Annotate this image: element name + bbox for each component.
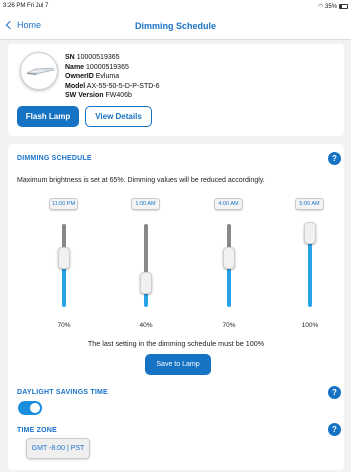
time-button-0[interactable]: 11:00 PM xyxy=(49,198,78,210)
time-button-2[interactable]: 4:00 AM xyxy=(214,198,243,210)
timezone-title: TIME ZONE xyxy=(17,427,57,434)
wifi-icon: ◠ xyxy=(317,4,323,10)
name-value: 10000519365 xyxy=(86,63,129,71)
last-setting-note: The last setting in the dimming schedule… xyxy=(87,339,265,348)
battery-percent: 35% xyxy=(324,3,337,10)
timezone-button[interactable]: GMT -8:00 | PST xyxy=(26,438,90,459)
flash-lamp-button[interactable]: Flash Lamp xyxy=(17,106,79,127)
slider-fill-3 xyxy=(308,233,312,307)
slider-percent-1: 40% xyxy=(139,322,153,329)
sw-row: SW Version FW406b xyxy=(65,92,132,100)
timezone-help-button[interactable]: ? xyxy=(328,423,341,436)
toggle-knob xyxy=(30,403,40,413)
dst-toggle[interactable] xyxy=(18,401,42,415)
battery-icon xyxy=(339,4,348,9)
owner-value: Evluma xyxy=(95,73,120,81)
dst-title: DAYLIGHT SAVINGS TIME xyxy=(17,389,108,396)
dimming-schedule-title: DIMMING SCHEDULE xyxy=(17,155,92,162)
sn-row: SN 10000519365 xyxy=(65,54,120,61)
device-info: SN 10000519365 Name 10000519365 OwnerID … xyxy=(65,53,160,101)
device-card: SN 10000519365 Name 10000519365 OwnerID … xyxy=(8,44,344,136)
time-button-1[interactable]: 1:00 AM xyxy=(131,198,160,210)
time-button-3[interactable]: 5:00 AM xyxy=(295,198,324,210)
status-right: ◠ 35% xyxy=(318,3,348,10)
dimming-help-button[interactable]: ? xyxy=(328,152,341,165)
dimming-schedule-card: DIMMING SCHEDULE ? Maximum brightness is… xyxy=(8,144,344,470)
slider-percent-0: 70% xyxy=(57,322,71,329)
streetlight-icon xyxy=(25,67,55,75)
status-time: 3:26 PM Fri Jul 7 xyxy=(3,3,49,9)
dst-help-button[interactable]: ? xyxy=(328,386,341,399)
page-title: Dimming Schedule xyxy=(134,21,216,31)
slider-thumb-2[interactable] xyxy=(223,246,235,269)
slider-thumb-0[interactable] xyxy=(58,246,70,269)
view-details-button[interactable]: View Details xyxy=(85,106,152,127)
max-brightness-note: Maximum brightness is set at 65%. Dimmin… xyxy=(17,177,265,184)
model-row: Model AX-55-50-5-D-P-STD-6 xyxy=(65,82,160,90)
slider-thumb-3[interactable] xyxy=(304,222,316,244)
slider-thumb-1[interactable] xyxy=(140,271,152,294)
slider-track-1[interactable] xyxy=(144,224,148,307)
nav-bar: Home Dimming Schedule xyxy=(0,13,351,40)
save-to-lamp-button[interactable]: Save to Lamp xyxy=(145,354,211,375)
owner-row: OwnerID Evluma xyxy=(65,73,120,81)
name-row: Name 10000519365 xyxy=(65,63,129,71)
slider-percent-3: 100% xyxy=(301,322,319,329)
model-value: AX-55-50-5-D-P-STD-6 xyxy=(86,82,160,90)
lamp-avatar xyxy=(20,52,58,90)
status-bar: 3:26 PM Fri Jul 7 ◠ 35% xyxy=(0,0,351,13)
slider-percent-2: 70% xyxy=(222,322,236,329)
sw-value: FW406b xyxy=(105,92,132,100)
sn-value: 10000519365 xyxy=(76,54,120,61)
